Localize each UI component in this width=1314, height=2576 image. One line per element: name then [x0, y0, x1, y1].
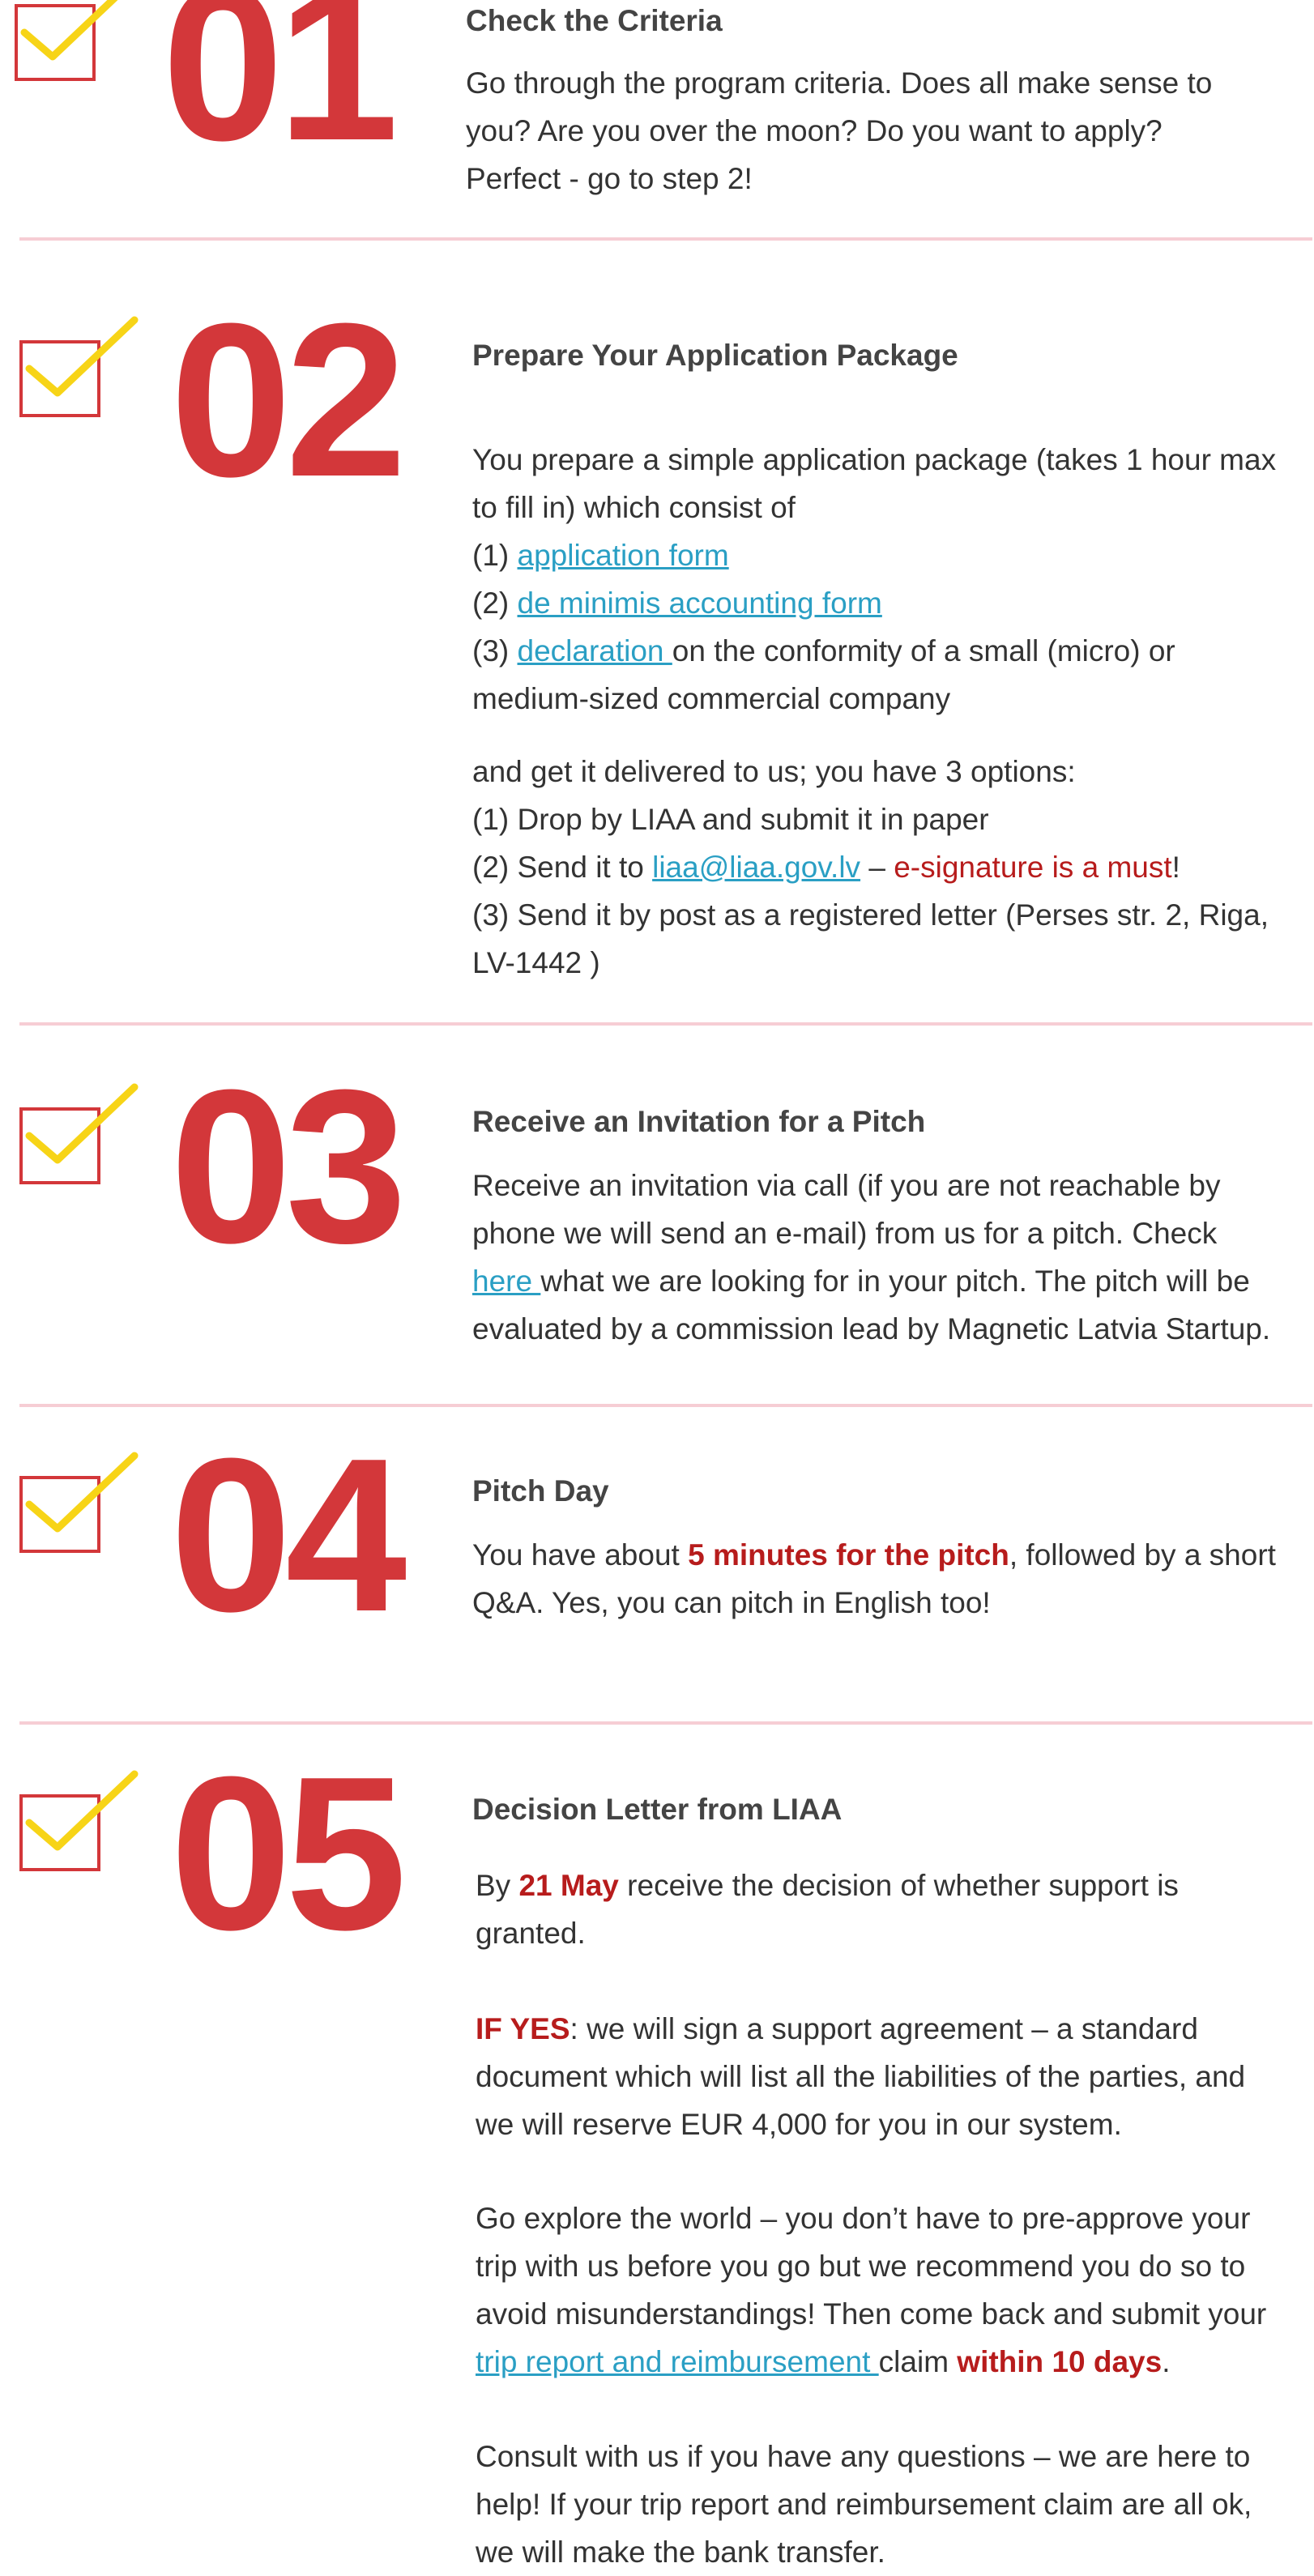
- step-title: Check the Criteria: [466, 4, 723, 37]
- consult-text: Consult with us if you have any question…: [476, 2440, 1252, 2569]
- declaration-link[interactable]: declaration: [518, 634, 672, 667]
- divider: [19, 1022, 1312, 1026]
- step-title: Prepare Your Application Package: [472, 339, 958, 372]
- checkmark-icon: [20, 0, 118, 61]
- step-description: You prepare a simple application package…: [472, 436, 1314, 723]
- trip-report-link[interactable]: trip report and reimbursement: [476, 2345, 879, 2378]
- divider: [19, 1721, 1312, 1725]
- explore-text: Go explore the world – you don’t have to…: [476, 2202, 1267, 2378]
- esignature-warning: e-signature is a must: [894, 851, 1172, 884]
- checkmark-icon: [25, 316, 139, 397]
- step-number: 02: [170, 279, 407, 522]
- email-link[interactable]: liaa@liaa.gov.lv: [652, 851, 860, 884]
- de-minimis-form-link[interactable]: de minimis accounting form: [518, 586, 882, 620]
- decision-text: By 21 May receive the decision of whethe…: [476, 1869, 1179, 1950]
- step-number: 04: [170, 1414, 407, 1657]
- if-yes-label: IF YES: [476, 2012, 570, 2045]
- checkmark-icon: [25, 1770, 139, 1851]
- list-item: (3) declaration on the conformity of a s…: [472, 634, 1175, 667]
- list-item: (1) application form: [472, 539, 729, 572]
- step-description: Receive an invitation via call (if you a…: [472, 1169, 1271, 1346]
- step-number: 03: [170, 1045, 407, 1289]
- step-title: Pitch Day: [472, 1474, 609, 1508]
- step-number: 01: [162, 0, 399, 186]
- decision-date: 21 May: [518, 1869, 619, 1902]
- checkmark-icon: [25, 1083, 139, 1164]
- here-link[interactable]: here: [472, 1265, 540, 1298]
- deadline-highlight: within 10 days: [957, 2345, 1163, 2378]
- delivery-options: and get it delivered to us; you have 3 o…: [472, 755, 1269, 979]
- if-yes-text: IF YES: we will sign a support agreement…: [476, 2012, 1246, 2141]
- divider: [19, 237, 1312, 241]
- step-description: You have about 5 minutes for the pitch, …: [472, 1538, 1276, 1619]
- checkmark-icon: [25, 1452, 139, 1533]
- divider: [19, 1404, 1312, 1407]
- step-number: 05: [170, 1732, 407, 1976]
- application-form-link[interactable]: application form: [518, 539, 729, 572]
- step-description: Go through the program criteria. Does al…: [466, 66, 1213, 195]
- step-title: Decision Letter from LIAA: [472, 1793, 843, 1826]
- step-title: Receive an Invitation for a Pitch: [472, 1105, 926, 1138]
- pitch-duration-highlight: 5 minutes for the pitch: [688, 1538, 1009, 1572]
- list-item: (2) de minimis accounting form: [472, 586, 882, 620]
